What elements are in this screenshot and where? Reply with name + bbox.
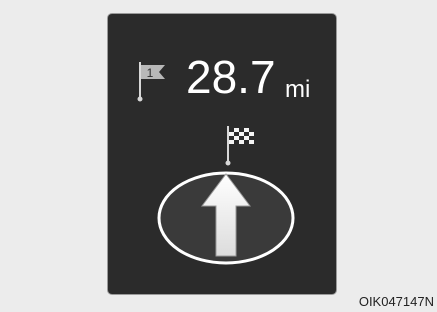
checkered-flag-icon xyxy=(225,126,254,166)
distance-value: 28.7 xyxy=(186,51,276,103)
waypoint-flag-icon: 1 xyxy=(137,62,165,102)
image-code-label: OIK047147N xyxy=(358,294,434,309)
straight-arrow-icon xyxy=(157,171,295,265)
cluster-display: 1 28.7 mi xyxy=(108,14,336,294)
waypoint-number: 1 xyxy=(147,66,154,80)
distance-unit: mi xyxy=(285,76,311,103)
